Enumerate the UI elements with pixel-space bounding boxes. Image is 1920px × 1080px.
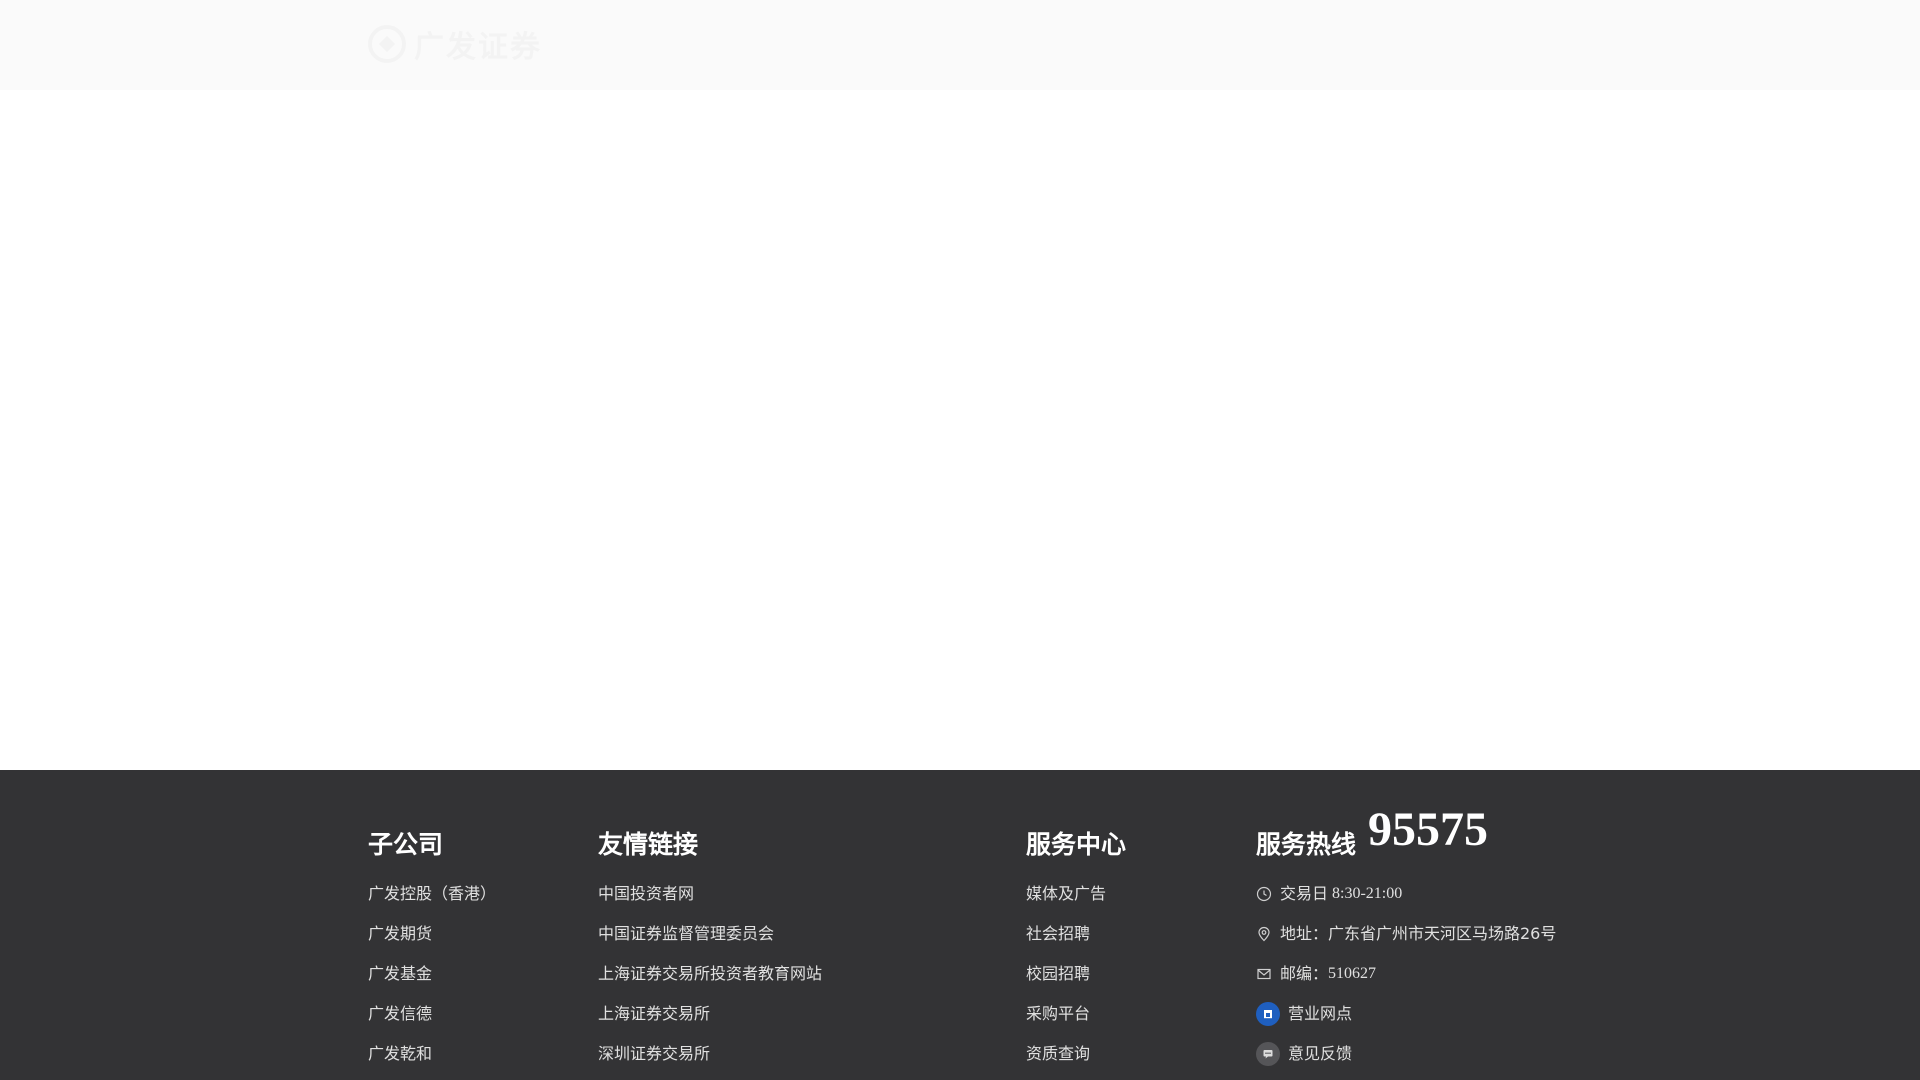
friend-link-investor-net[interactable]: 中国投资者网	[598, 884, 694, 904]
branch-icon	[1256, 1002, 1280, 1026]
address-row: 地址：广东省广州市天河区马场路26号	[1256, 924, 1556, 944]
site-footer: 子公司 广发控股（香港） 广发期货 广发基金 广发信德 广发乾和 友情链接 中国…	[0, 770, 1920, 1080]
subsidiary-link-qianhe[interactable]: 广发乾和	[368, 1044, 432, 1064]
hotline-label: 服务热线	[1256, 830, 1357, 859]
service-link-qualification[interactable]: 资质查询	[1026, 1044, 1090, 1064]
subsidiaries-title: 子公司	[368, 830, 444, 859]
branches-link[interactable]: 营业网点	[1256, 1002, 1352, 1026]
postcode-value: 510627	[1328, 965, 1377, 982]
clock-icon	[1256, 886, 1272, 902]
service-center-title: 服务中心	[1026, 830, 1127, 859]
subsidiary-link-hk[interactable]: 广发控股（香港）	[368, 884, 496, 904]
friend-link-szse[interactable]: 深圳证券交易所	[598, 1044, 710, 1064]
branches-label: 营业网点	[1288, 1004, 1353, 1023]
hotline-number: 95575	[1368, 803, 1488, 856]
feedback-label: 意见反馈	[1288, 1044, 1353, 1063]
friend-link-sse-education[interactable]: 上海证券交易所投资者教育网站	[598, 964, 822, 984]
subsidiary-link-xinde[interactable]: 广发信德	[368, 1004, 432, 1024]
mail-icon	[1257, 968, 1271, 980]
feedback-link[interactable]: 意见反馈	[1256, 1042, 1352, 1066]
site-header: 广发证券	[0, 0, 1920, 90]
postcode-row: 邮编： 510627	[1256, 964, 1376, 984]
address-text: 地址：广东省广州市天河区马场路26号	[1280, 924, 1557, 943]
service-link-campus-recruit[interactable]: 校园招聘	[1026, 964, 1090, 984]
postcode-label: 邮编：	[1280, 964, 1329, 983]
friend-links-title: 友情链接	[598, 830, 699, 859]
feedback-icon	[1256, 1042, 1280, 1066]
friend-link-csrc[interactable]: 中国证券监督管理委员会	[598, 924, 774, 944]
service-link-procurement[interactable]: 采购平台	[1026, 1004, 1090, 1024]
main-content	[0, 90, 1920, 770]
site-logo[interactable]: 广发证券	[366, 22, 542, 66]
service-link-media-ads[interactable]: 媒体及广告	[1026, 884, 1106, 904]
trading-day-label: 交易日	[1280, 884, 1329, 903]
subsidiary-link-futures[interactable]: 广发期货	[368, 924, 432, 944]
logo-text: 广发证券	[414, 30, 542, 65]
location-pin-icon	[1258, 926, 1270, 942]
logo-mark-icon	[368, 25, 406, 63]
trading-hours-row: 交易日 8:30-21:00	[1256, 884, 1402, 904]
friend-link-sse[interactable]: 上海证券交易所	[598, 1004, 710, 1024]
subsidiary-link-fund[interactable]: 广发基金	[368, 964, 432, 984]
trading-hours: 8:30-21:00	[1332, 885, 1403, 902]
service-link-social-recruit[interactable]: 社会招聘	[1026, 924, 1090, 944]
